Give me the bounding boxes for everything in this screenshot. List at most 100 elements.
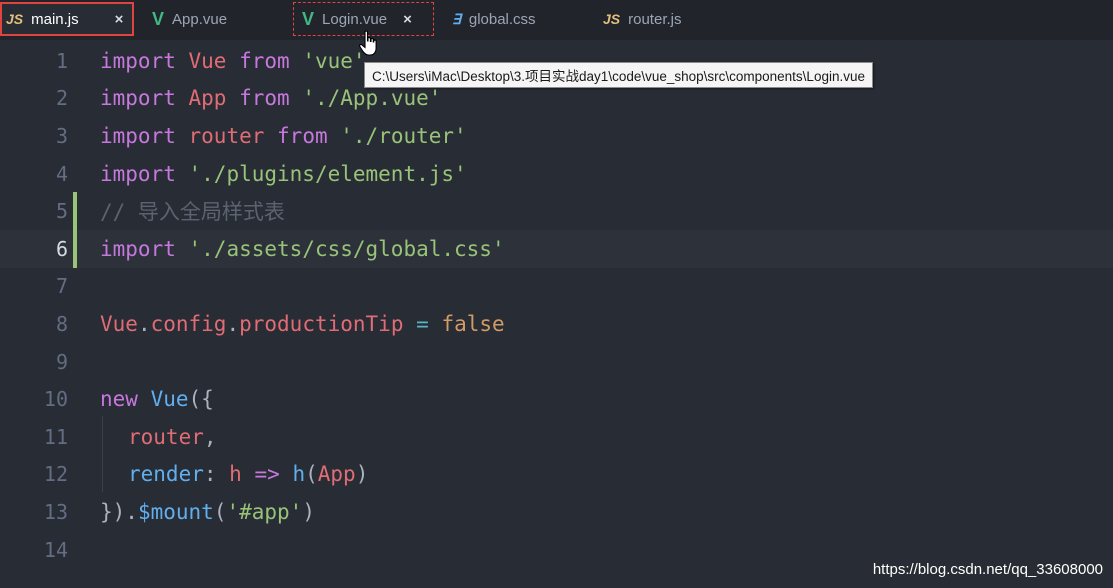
identifier: Vue [188,48,227,73]
keyword: import [100,48,176,73]
method-name: $mount [137,499,214,524]
property: router [128,424,204,449]
modified-indicator [73,230,77,268]
identifier: App [188,86,227,111]
tab-label: router.js [628,10,682,28]
identifier: Vue [100,311,138,336]
keyword: from [277,123,328,148]
string: '#app' [226,499,303,524]
code-text: import router from './router' [100,124,467,148]
class-name: Vue [150,387,189,412]
line-number: 4 [55,161,68,186]
tab-app-vue[interactable]: V App.vue [152,2,282,36]
tab-router-js[interactable]: JS router.js [603,2,733,36]
code-text: import App from './App.vue' [100,86,441,110]
operator: = [416,311,429,336]
code-line-11[interactable]: 11 router, [0,418,1113,456]
punctuation: . [125,499,138,524]
boolean: false [441,311,505,336]
keyword: from [239,86,290,111]
keyword: from [239,48,290,73]
tab-main-js[interactable]: JS main.js × [0,2,134,36]
parameter: h [229,462,242,487]
function-name: render [128,462,204,487]
code-line-13[interactable]: 13 }).$mount('#app') [0,493,1113,531]
punctuation: . [226,311,240,336]
line-number: 3 [55,123,68,148]
punctuation: ({ [188,387,214,412]
line-number: 2 [55,86,68,111]
code-text: import './plugins/element.js' [100,162,467,186]
code-line-8[interactable]: 8 Vue.config.productionTip = false [0,305,1113,343]
js-file-icon: JS [6,11,24,27]
property: config [150,311,227,336]
code-line-3[interactable]: 3 import router from './router' [0,117,1113,155]
code-line-9[interactable]: 9 [0,343,1113,381]
js-file-icon: JS [603,11,621,27]
code-text: new Vue({ [100,387,214,411]
code-line-5[interactable]: 5 // 导入全局样式表 [0,192,1113,230]
identifier: router [188,123,265,148]
punctuation: . [137,311,151,336]
code-text: router, [128,425,217,449]
punctuation: , [203,424,217,449]
code-line-12[interactable]: 12 render: h => h(App) [0,456,1113,494]
keyword: import [100,161,176,186]
line-number: 14 [43,537,68,562]
keyword: new [100,387,138,412]
line-number: 11 [43,424,68,449]
string: './router' [340,123,467,148]
punctuation: ) [302,499,315,524]
string: './assets/css/global.css' [188,236,505,261]
comment: // 导入全局样式表 [100,200,285,225]
line-number: 5 [55,199,68,224]
punctuation: ( [305,462,318,487]
line-number: 10 [43,387,68,412]
tab-global-css[interactable]: ∃ global.css [452,2,582,36]
tab-label: global.css [468,10,536,28]
close-icon[interactable]: × [115,11,124,28]
line-number: 13 [43,499,68,524]
property: productionTip [239,311,404,336]
keyword: import [100,236,176,261]
code-line-10[interactable]: 10 new Vue({ [0,380,1113,418]
line-number: 9 [55,349,68,374]
watermark: https://blog.csdn.net/qq_33608000 [872,561,1103,578]
line-number: 7 [55,274,68,299]
line-number: 12 [43,462,68,487]
hand-pointer-icon [359,30,377,56]
identifier: App [317,462,356,487]
keyword: import [100,86,176,111]
code-text: Vue.config.productionTip = false [100,312,505,336]
punctuation: }) [100,499,126,524]
code-line-6[interactable]: 6 import './assets/css/global.css' [0,230,1113,268]
tab-label: Login.vue [322,10,388,28]
operator: => [254,462,280,487]
code-text: import Vue from 'vue' [100,49,366,73]
code-text: render: h => h(App) [128,462,368,486]
css-file-icon: ∃ [452,10,461,27]
code-editor[interactable]: 1 import Vue from 'vue' 2 import App fro… [0,40,1113,588]
code-line-4[interactable]: 4 import './plugins/element.js' [0,155,1113,193]
punctuation: : [203,462,217,487]
line-number: 1 [55,48,68,73]
function-call: h [292,462,306,487]
code-line-7[interactable]: 7 [0,268,1113,306]
keyword: import [100,123,176,148]
code-text: import './assets/css/global.css' [100,237,505,261]
punctuation: ( [213,499,227,524]
string: 'vue' [302,48,366,73]
line-number: 8 [55,311,68,336]
file-path-tooltip: C:\Users\iMac\Desktop\3.项目实战day1\code\vu… [364,62,873,88]
punctuation: ) [355,462,369,487]
modified-indicator [73,192,77,230]
code-text: }).$mount('#app') [100,500,315,524]
tab-bar: JS main.js × V App.vue V Login.vue × ∃ g… [0,0,1113,40]
tab-label: main.js [31,10,79,28]
string: './plugins/element.js' [188,161,467,186]
vue-file-icon: V [152,8,165,29]
vue-file-icon: V [302,8,315,29]
tab-label: App.vue [172,10,228,28]
close-icon[interactable]: × [403,11,412,28]
string: './App.vue' [302,86,442,111]
